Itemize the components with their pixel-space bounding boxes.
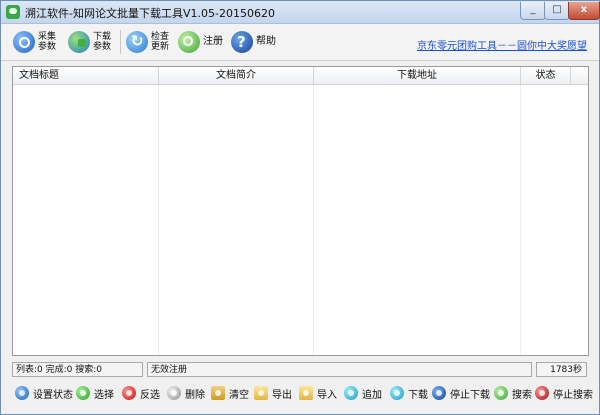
add-icon — [344, 386, 358, 400]
status-counts: 列表:0 完成:0 搜索:0 — [12, 362, 143, 377]
column-status[interactable]: 状态 — [521, 67, 571, 84]
refresh-icon — [126, 31, 148, 53]
main-toolbar: 采集参数 下载参数 检查更新 注册 帮助 京东零元团购工具－－圆你中大奖愿望 — [1, 24, 599, 61]
download-button[interactable]: 下载 — [390, 383, 428, 403]
check-update-button[interactable]: 检查更新 — [126, 28, 169, 56]
import-label: 导入 — [317, 389, 337, 401]
append-button[interactable]: 追加 — [344, 383, 382, 403]
help-icon — [231, 31, 253, 53]
title-bar: 溯江软件-知网论文批量下载工具V1.05-20150620 _ □ x — [1, 1, 600, 24]
settings-icon — [15, 386, 29, 400]
cross-icon — [122, 386, 136, 400]
stop-search-label: 停止搜索 — [553, 389, 593, 401]
column-divider — [313, 85, 314, 355]
status-registration: 无效注册 — [147, 362, 532, 377]
set-status-label: 设置状态 — [33, 389, 73, 401]
register-button[interactable]: 注册 — [178, 28, 223, 56]
stop-download-icon — [432, 386, 446, 400]
status-timer: 1783秒 — [536, 362, 587, 377]
clear-button[interactable]: 清空 — [211, 383, 249, 403]
minimize-button[interactable]: _ — [520, 2, 546, 20]
download-params-button[interactable]: 下载参数 — [68, 28, 111, 56]
register-label: 注册 — [203, 36, 223, 47]
delete-icon — [167, 386, 181, 400]
search-label: 搜索 — [512, 389, 532, 401]
collect-params-button[interactable]: 采集参数 — [13, 28, 56, 56]
select-button[interactable]: 选择 — [76, 383, 114, 403]
document-list[interactable]: 文档标题 文档简介 下载地址 状态 — [12, 66, 589, 356]
column-divider — [520, 85, 521, 355]
search-icon — [494, 386, 508, 400]
broom-icon — [211, 386, 225, 400]
folder-export-icon — [254, 386, 268, 400]
select-label: 选择 — [94, 389, 114, 401]
list-header: 文档标题 文档简介 下载地址 状态 — [13, 67, 588, 85]
app-icon — [6, 5, 20, 19]
window-title: 溯江软件-知网论文批量下载工具V1.05-20150620 — [25, 7, 275, 20]
download-icon — [390, 386, 404, 400]
set-status-button[interactable]: 设置状态 — [15, 383, 73, 403]
close-button[interactable]: x — [568, 2, 600, 20]
folder-import-icon — [299, 386, 313, 400]
stop-search-button[interactable]: 停止搜索 — [535, 383, 593, 403]
check-update-label: 检查更新 — [151, 32, 170, 52]
column-divider — [158, 85, 159, 355]
column-title[interactable]: 文档标题 — [13, 67, 159, 84]
clear-label: 清空 — [229, 389, 249, 401]
app-window: 溯江软件-知网论文批量下载工具V1.05-20150620 _ □ x 采集参数… — [0, 0, 600, 415]
maximize-button[interactable]: □ — [544, 2, 570, 20]
delete-button[interactable]: 删除 — [167, 383, 205, 403]
stop-search-icon — [535, 386, 549, 400]
invert-button[interactable]: 反选 — [122, 383, 160, 403]
delete-label: 删除 — [185, 389, 205, 401]
search-icon — [13, 31, 35, 53]
collect-params-label: 采集参数 — [38, 32, 57, 52]
column-summary[interactable]: 文档简介 — [159, 67, 314, 84]
export-label: 导出 — [272, 389, 292, 401]
stop-download-label: 停止下载 — [450, 389, 490, 401]
download-label: 下载 — [408, 389, 428, 401]
promo-link[interactable]: 京东零元团购工具－－圆你中大奖愿望 — [417, 37, 587, 52]
help-label: 帮助 — [256, 36, 276, 47]
import-button[interactable]: 导入 — [299, 383, 337, 403]
invert-label: 反选 — [140, 389, 160, 401]
key-icon — [178, 31, 200, 53]
check-icon — [76, 386, 90, 400]
column-download-url[interactable]: 下载地址 — [314, 67, 521, 84]
help-button[interactable]: 帮助 — [231, 28, 276, 56]
toolbar-separator — [120, 30, 121, 54]
stop-download-button[interactable]: 停止下载 — [432, 383, 490, 403]
export-button[interactable]: 导出 — [254, 383, 292, 403]
download-params-label: 下载参数 — [93, 32, 112, 52]
bottom-toolbar: 设置状态 选择 反选 删除 清空 导出 导入 追加 下载 停止下载 搜索 停止搜… — [1, 378, 599, 408]
globe-download-icon — [68, 31, 90, 53]
search-button[interactable]: 搜索 — [494, 383, 532, 403]
append-label: 追加 — [362, 389, 382, 401]
